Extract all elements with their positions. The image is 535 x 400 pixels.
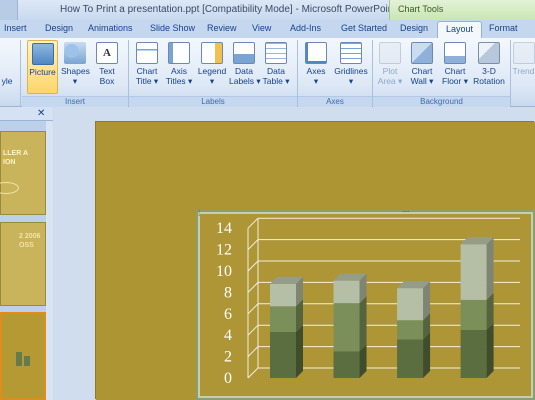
y-tick-label: 8	[224, 284, 232, 301]
trendline-button[interactable]: Trend	[512, 40, 535, 94]
bar-segment-side	[486, 322, 494, 378]
group-label-insert: Insert	[22, 96, 128, 107]
title-bar: How To Print a presentation.ppt [Compati…	[0, 0, 535, 20]
y-tick-label: 12	[216, 242, 232, 259]
bar-segment	[270, 306, 296, 332]
context-tool-group: Chart Tools	[389, 0, 535, 20]
window-title: How To Print a presentation.ppt [Compati…	[60, 4, 397, 15]
office-button-edge[interactable]	[0, 0, 18, 20]
y-tick-label: 14	[216, 220, 232, 237]
y-tick-label: 6	[224, 306, 232, 323]
slide-thumbnail[interactable]: 2 2006 OSS	[0, 222, 46, 306]
bar-segment	[333, 280, 360, 304]
chart-wall-button[interactable]: Chart Wall ▾	[407, 40, 437, 94]
bar-segment	[270, 283, 296, 307]
axis-titles-icon	[168, 42, 190, 64]
y-tick-label: 0	[224, 370, 232, 387]
text-box-icon: A	[96, 42, 118, 64]
data-labels-button[interactable]: Data Labels ▾	[229, 40, 261, 94]
bar-segment-side	[423, 332, 431, 378]
chart-floor-button[interactable]: Chart Floor ▾	[439, 40, 471, 94]
text-box-button[interactable]: A Text Box	[94, 40, 120, 94]
thumbnail-bar	[16, 352, 22, 366]
tab-chart-layout[interactable]: Layout	[437, 21, 483, 38]
resize-handle[interactable]: ····	[402, 207, 410, 216]
bar-segment-side	[359, 296, 367, 352]
plot-area-button[interactable]: Plot Area ▾	[376, 40, 404, 94]
data-table-button[interactable]: Data Table ▾	[261, 40, 291, 94]
cube-icon	[478, 42, 500, 64]
trendline-icon	[512, 42, 535, 64]
picture-button[interactable]: Picture	[27, 40, 58, 94]
chart-svg: 0 2 4 6 8 10 12 14	[216, 217, 520, 387]
tab-chart-design[interactable]: Design	[400, 23, 428, 33]
thumbnail-subtitle: ION	[3, 159, 16, 166]
slide-thumbnail-selected[interactable]	[0, 312, 46, 400]
chart-title-button[interactable]: Chart Title ▾	[132, 40, 162, 94]
slides-pane: ✕ LLER A ION 2 2006 OSS	[0, 107, 53, 400]
group-label-labels: Labels	[129, 96, 297, 107]
ribbon-tab-row: Insert Design Animations Slide Show Revi…	[0, 20, 535, 58]
tab-review[interactable]: Review	[207, 23, 237, 33]
group-label-axes: Axes	[298, 96, 372, 107]
group-label-background: Background	[373, 96, 510, 107]
thumbnail-title: 2 2006	[19, 233, 41, 240]
shapes-button[interactable]: Shapes ▾	[61, 40, 90, 94]
tab-insert[interactable]: Insert	[4, 23, 27, 33]
chart-floor-icon	[444, 42, 466, 64]
ellipse-shape	[0, 182, 19, 194]
plot-area-icon	[379, 42, 401, 64]
close-icon[interactable]: ✕	[37, 108, 45, 119]
thumbnail-bar	[24, 356, 30, 366]
bar-segment	[397, 339, 424, 378]
gridlines-button[interactable]: Gridlines ▾	[332, 40, 370, 94]
bar-segment	[270, 331, 296, 378]
bar-segment	[333, 351, 360, 378]
group-separator	[510, 40, 511, 106]
bar-segment	[397, 320, 424, 340]
context-group-label: Chart Tools	[398, 4, 444, 14]
tab-design[interactable]: Design	[45, 23, 73, 33]
tab-chart-format[interactable]: Format	[489, 23, 518, 33]
3d-rotation-button[interactable]: 3-D Rotation	[472, 40, 506, 94]
data-labels-icon	[233, 42, 255, 64]
chart-frame[interactable]: ⁞ ···· 0 2 4 6 8 10 12 14	[196, 207, 535, 400]
group-separator	[20, 40, 21, 106]
bar-segment	[333, 303, 360, 352]
picture-icon	[31, 43, 54, 65]
bar-segment	[460, 244, 487, 300]
axes-button[interactable]: Axes ▾	[302, 40, 330, 94]
chart-title-icon	[136, 42, 158, 64]
shapes-icon	[64, 42, 86, 64]
bar-segment	[460, 299, 487, 330]
thumbnail-subtitle: OSS	[19, 242, 34, 249]
tab-animations[interactable]: Animations	[88, 23, 133, 33]
tab-add-ins[interactable]: Add-Ins	[290, 23, 321, 33]
gridlines-icon	[340, 42, 362, 64]
axes-icon	[305, 42, 327, 64]
legend-icon	[201, 42, 223, 64]
slide-thumbnail[interactable]: LLER A ION	[0, 131, 46, 215]
slides-pane-header: ✕	[0, 107, 53, 121]
chart-wall-icon	[411, 42, 433, 64]
legend-button[interactable]: Legend ▾	[197, 40, 227, 94]
y-tick-label: 2	[224, 349, 232, 366]
y-tick-label: 10	[216, 263, 232, 280]
thumbnail-title: LLER A	[3, 150, 29, 157]
tab-view[interactable]: View	[252, 23, 271, 33]
bar-segment-side	[486, 237, 494, 300]
tab-get-started[interactable]: Get Started	[341, 23, 387, 33]
bar-segment-side	[296, 324, 303, 378]
data-table-icon	[265, 42, 287, 64]
bar-segment	[397, 288, 424, 321]
pane-scrollbar[interactable]	[46, 121, 53, 400]
y-tick-label: 4	[224, 327, 232, 344]
resize-handle[interactable]: ⁞	[198, 209, 200, 218]
bar-segment	[460, 329, 487, 378]
ribbon: yle Picture Shapes ▾ A Text Box Insert C…	[0, 38, 535, 107]
gridline	[247, 217, 520, 229]
axis-titles-button[interactable]: Axis Titles ▾	[164, 40, 194, 94]
tab-slide-show[interactable]: Slide Show	[150, 23, 195, 33]
